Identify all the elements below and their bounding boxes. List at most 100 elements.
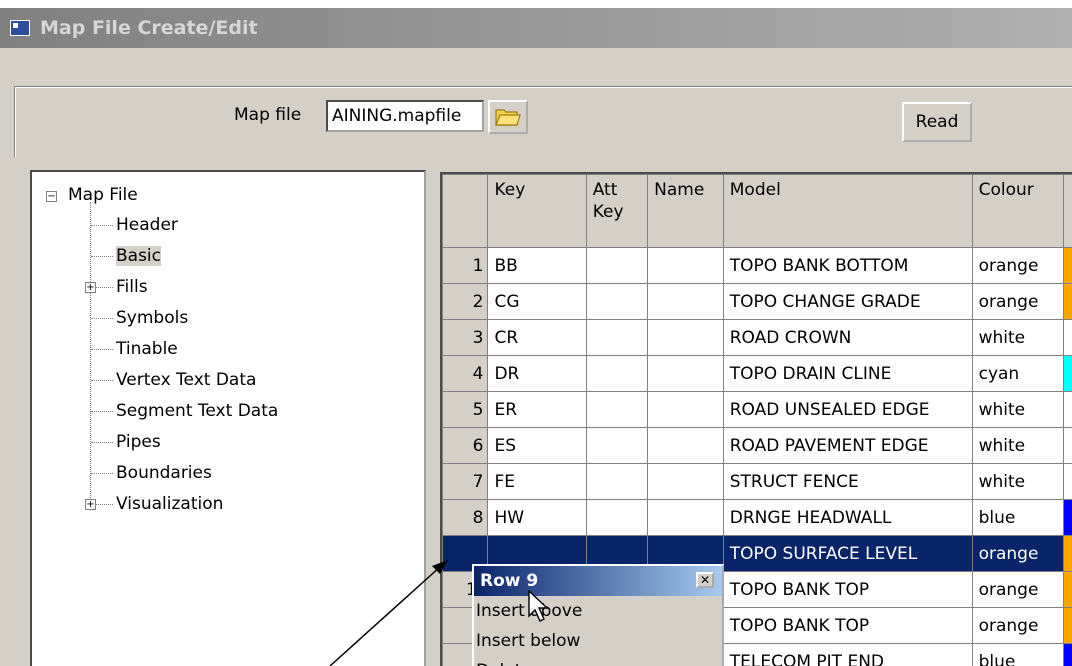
tree-connector xyxy=(91,225,113,226)
cell-att-key[interactable] xyxy=(585,355,649,392)
delete-item[interactable]: Delete xyxy=(474,656,722,666)
cell-key[interactable]: ER xyxy=(487,391,587,428)
close-icon[interactable]: ✕ xyxy=(696,572,714,588)
tree-item-label: Boundaries xyxy=(116,463,212,483)
cell-att-key[interactable] xyxy=(585,283,649,320)
col-header-name[interactable]: Name xyxy=(647,174,724,248)
col-header-att-key[interactable]: Att Key xyxy=(585,174,649,248)
cell-model[interactable]: TOPO SURFACE LEVEL xyxy=(722,535,973,572)
expand-icon[interactable]: + xyxy=(85,499,96,510)
row-number[interactable]: 6 xyxy=(442,427,489,464)
insert-above-item[interactable]: Insert above xyxy=(474,596,722,626)
cell-att-key[interactable] xyxy=(585,499,649,536)
cell-colour[interactable]: white xyxy=(971,391,1065,428)
tree-item-label: Segment Text Data xyxy=(116,401,279,421)
cell-key[interactable]: BB xyxy=(487,247,587,284)
cell-model[interactable]: TELECOM PIT END xyxy=(722,643,973,666)
table-row[interactable]: 8 HW DRNGE HEADWALL blue xyxy=(442,499,1072,536)
tree-connector xyxy=(91,411,113,412)
table-row[interactable]: 6 ES ROAD PAVEMENT EDGE white xyxy=(442,427,1072,464)
app-icon xyxy=(10,20,30,36)
read-button[interactable]: Read xyxy=(902,102,972,142)
col-header-key[interactable]: Key xyxy=(487,174,587,248)
tree-root[interactable]: Map File xyxy=(68,180,138,210)
table-row[interactable]: 4 DR TOPO DRAIN CLINE cyan xyxy=(442,355,1072,392)
row-number[interactable]: 2 xyxy=(442,283,489,320)
cell-att-key[interactable] xyxy=(585,391,649,428)
tree-item-basic[interactable]: Basic xyxy=(116,241,162,271)
cell-colour[interactable]: orange xyxy=(971,283,1065,320)
col-header-model[interactable]: Model xyxy=(722,174,973,248)
cell-att-key[interactable] xyxy=(585,463,649,500)
table-row[interactable]: 7 FE STRUCT FENCE white xyxy=(442,463,1072,500)
cell-name[interactable] xyxy=(647,283,724,320)
cell-key[interactable]: ES xyxy=(487,427,587,464)
table-row[interactable]: 2 CG TOPO CHANGE GRADE orange xyxy=(442,283,1072,320)
cell-name[interactable] xyxy=(647,247,724,284)
cell-att-key[interactable] xyxy=(585,427,649,464)
tree-item-tinable[interactable]: Tinable xyxy=(116,334,178,364)
colour-swatch xyxy=(1063,643,1072,666)
cell-name[interactable] xyxy=(647,463,724,500)
cell-colour[interactable]: white xyxy=(971,427,1065,464)
tree-item-segment-text-data[interactable]: Segment Text Data xyxy=(116,396,278,426)
tree-item-pipes[interactable]: Pipes xyxy=(116,427,161,457)
row-number[interactable]: 3 xyxy=(442,319,489,356)
cell-colour[interactable]: orange xyxy=(971,607,1065,644)
cell-model[interactable]: STRUCT FENCE xyxy=(722,463,973,500)
cell-model[interactable]: TOPO BANK TOP xyxy=(722,571,973,608)
cell-name[interactable] xyxy=(647,499,724,536)
row-number[interactable]: 4 xyxy=(442,355,489,392)
tree-item-symbols[interactable]: Symbols xyxy=(116,303,188,333)
cell-model[interactable]: ROAD PAVEMENT EDGE xyxy=(722,427,973,464)
collapse-icon[interactable]: − xyxy=(46,191,57,202)
cell-key[interactable]: DR xyxy=(487,355,587,392)
cell-model[interactable]: ROAD UNSEALED EDGE xyxy=(722,391,973,428)
cell-att-key[interactable] xyxy=(585,247,649,284)
cell-model[interactable]: TOPO CHANGE GRADE xyxy=(722,283,973,320)
table-row[interactable]: 1 BB TOPO BANK BOTTOM orange xyxy=(442,247,1072,284)
cell-name[interactable] xyxy=(647,391,724,428)
cell-model[interactable]: TOPO BANK BOTTOM xyxy=(722,247,973,284)
tree-item-label: Tinable xyxy=(116,339,178,359)
cell-colour[interactable]: orange xyxy=(971,571,1065,608)
tree-item-visualization[interactable]: Visualization xyxy=(116,489,223,519)
cell-name[interactable] xyxy=(647,355,724,392)
cell-colour[interactable]: cyan xyxy=(971,355,1065,392)
swatch-fill xyxy=(1064,428,1072,463)
cell-key[interactable]: CG xyxy=(487,283,587,320)
cell-model[interactable]: DRNGE HEADWALL xyxy=(722,499,973,536)
expand-icon[interactable]: + xyxy=(85,282,96,293)
cell-model[interactable]: TOPO BANK TOP xyxy=(722,607,973,644)
tree-item-header[interactable]: Header xyxy=(116,210,178,240)
col-header-colour[interactable]: Colour xyxy=(971,174,1065,248)
row-number[interactable]: 7 xyxy=(442,463,489,500)
row-number[interactable]: 5 xyxy=(442,391,489,428)
cell-colour[interactable]: orange xyxy=(971,247,1065,284)
tree-item-boundaries[interactable]: Boundaries xyxy=(116,458,212,488)
popup-title: Row 9 xyxy=(480,571,539,591)
colour-swatch xyxy=(1063,391,1072,428)
cell-colour[interactable]: blue xyxy=(971,499,1065,536)
cell-name[interactable] xyxy=(647,319,724,356)
cell-key[interactable]: HW xyxy=(487,499,587,536)
cell-colour[interactable]: white xyxy=(971,463,1065,500)
cell-model[interactable]: TOPO DRAIN CLINE xyxy=(722,355,973,392)
cell-key[interactable]: CR xyxy=(487,319,587,356)
cell-colour[interactable]: blue xyxy=(971,643,1065,666)
cell-colour[interactable]: white xyxy=(971,319,1065,356)
row-number[interactable]: 1 xyxy=(442,247,489,284)
tree-item-vertex-text-data[interactable]: Vertex Text Data xyxy=(116,365,256,395)
cell-model[interactable]: ROAD CROWN xyxy=(722,319,973,356)
insert-below-item[interactable]: Insert below xyxy=(474,626,722,656)
cell-key[interactable]: FE xyxy=(487,463,587,500)
tree-item-fills[interactable]: Fills xyxy=(116,272,148,302)
table-row[interactable]: 3 CR ROAD CROWN white xyxy=(442,319,1072,356)
table-row[interactable]: 5 ER ROAD UNSEALED EDGE white xyxy=(442,391,1072,428)
cell-att-key[interactable] xyxy=(585,319,649,356)
cell-name[interactable] xyxy=(647,427,724,464)
cell-colour[interactable]: orange xyxy=(971,535,1065,572)
browse-folder-button[interactable] xyxy=(488,100,528,134)
mapfile-input[interactable]: AINING.mapfile xyxy=(326,100,484,132)
row-number[interactable]: 8 xyxy=(442,499,489,536)
